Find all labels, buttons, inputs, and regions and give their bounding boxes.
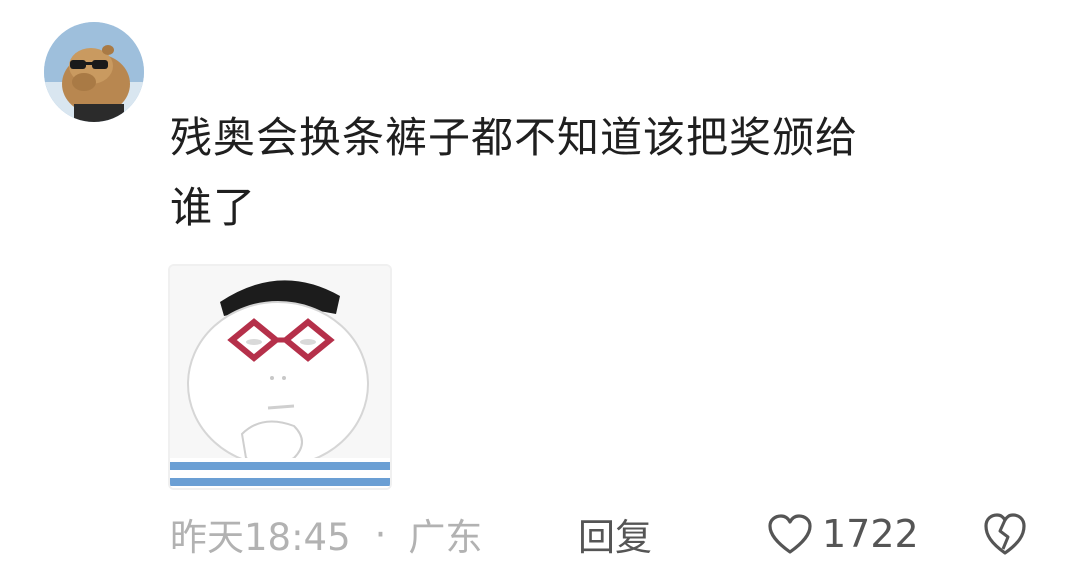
- reply-button[interactable]: 回复: [578, 506, 652, 562]
- heart-outline-icon: [768, 514, 812, 554]
- comment-item: 残奥会换条裤子都不知道该把奖颁给 谁了 昨天18:45 · 广东 回复 1722: [0, 0, 1080, 572]
- comment-sticker-image[interactable]: [168, 264, 392, 490]
- comment-text-line-1: 残奥会换条裤子都不知道该把奖颁给: [170, 113, 859, 162]
- meta-separator: ·: [374, 512, 387, 556]
- broken-heart-icon: [984, 513, 1026, 555]
- comment-meta: 昨天18:45 · 广东: [170, 506, 482, 562]
- comment-text-line-2: 谁了: [170, 183, 257, 232]
- user-avatar[interactable]: [44, 22, 144, 122]
- dislike-button[interactable]: [982, 509, 1028, 559]
- like-button[interactable]: 1722: [766, 506, 919, 562]
- comment-text: 残奥会换条裤子都不知道该把奖颁给 谁了: [170, 103, 1030, 243]
- comment-location: 广东: [408, 516, 483, 559]
- capybara-avatar-icon: [44, 22, 144, 122]
- sticker-face-icon: [170, 266, 390, 488]
- like-count: 1722: [822, 512, 919, 556]
- comment-timestamp: 昨天18:45: [170, 516, 351, 559]
